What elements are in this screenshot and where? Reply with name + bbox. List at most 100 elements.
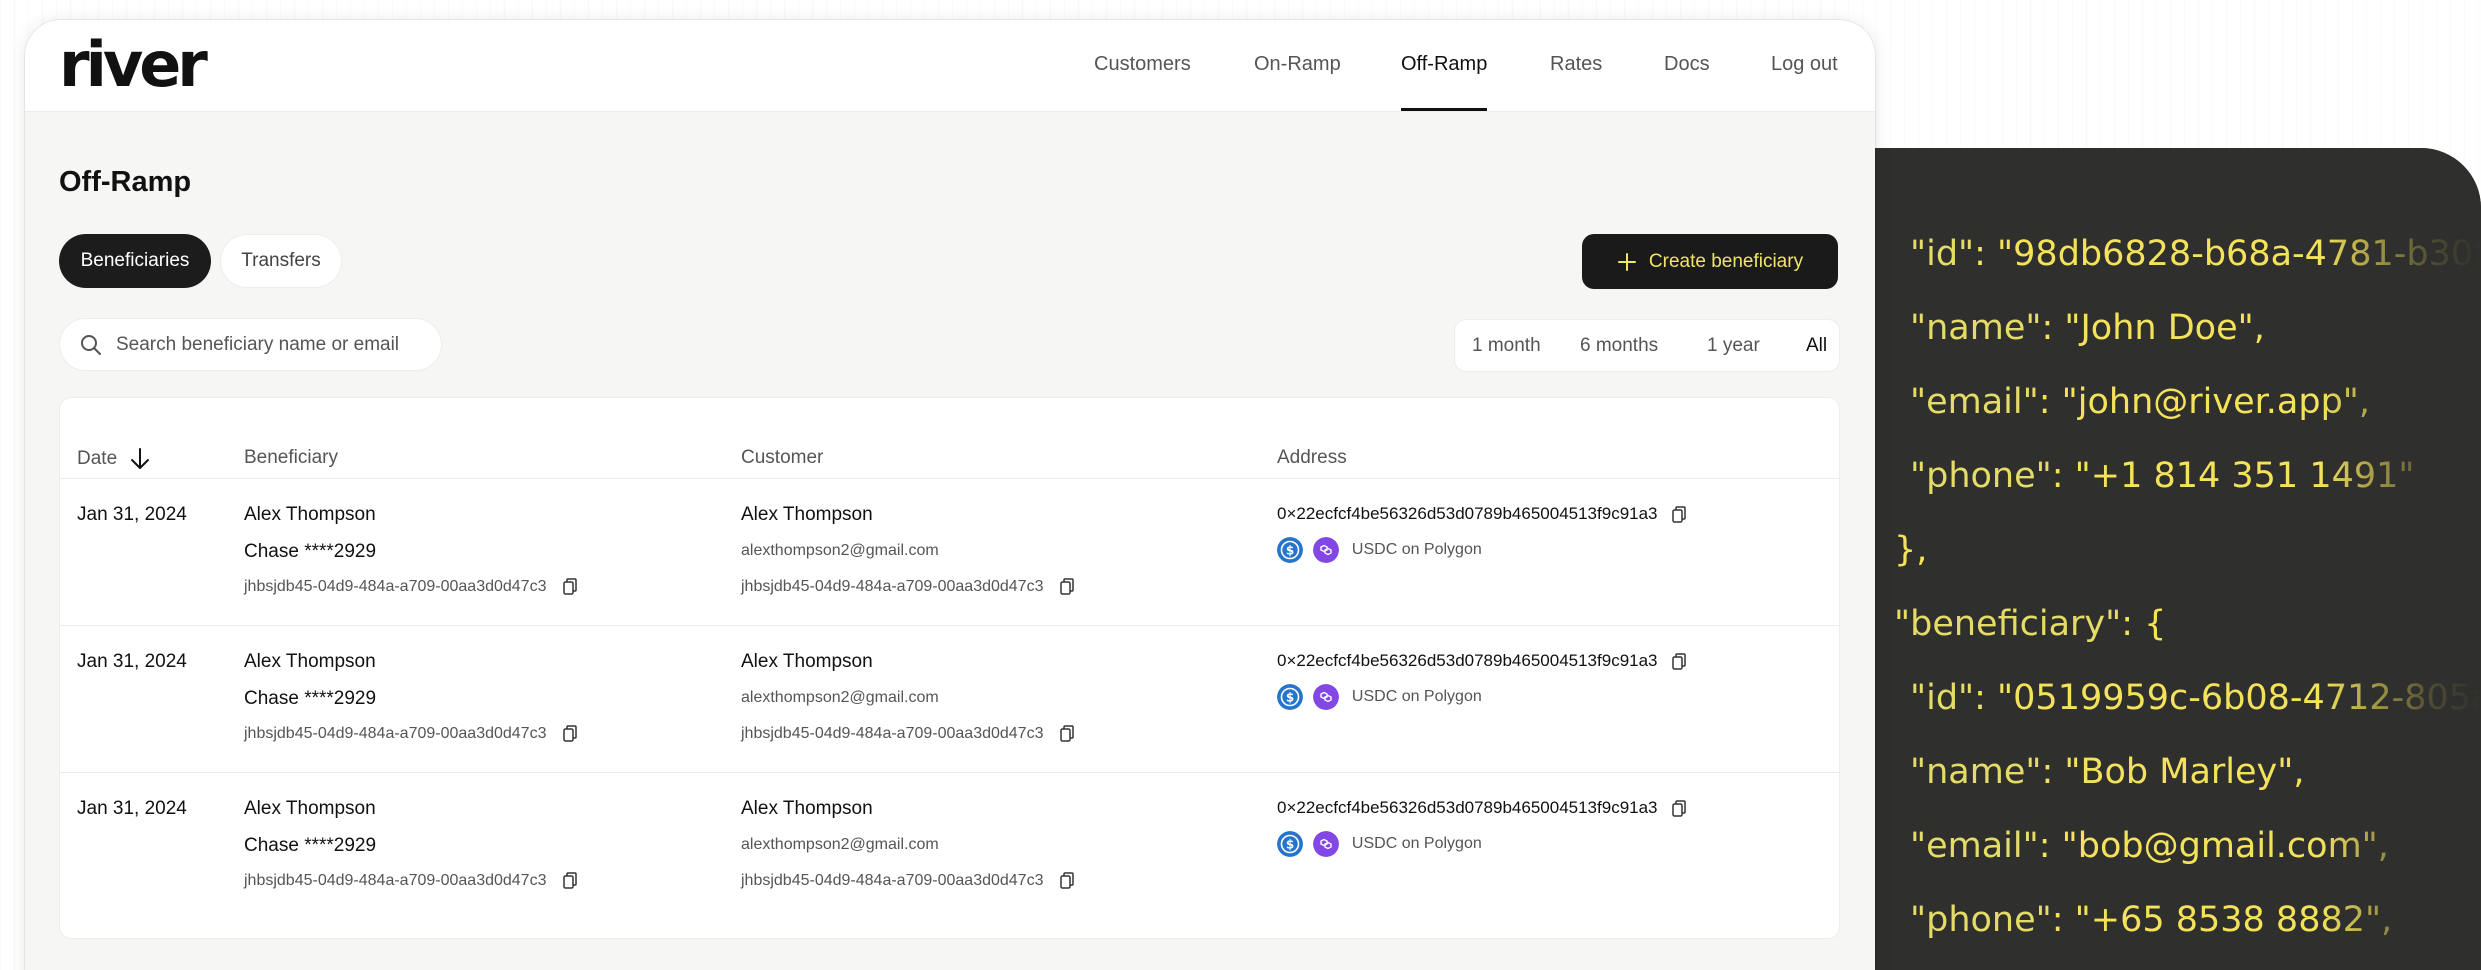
beneficiary-id: jhbsjdb45-04d9-484a-a709-00aa3d0d47c3: [244, 725, 577, 743]
customer-id-text: jhbsjdb45-04d9-484a-a709-00aa3d0d47c3: [741, 872, 1044, 889]
usdc-icon: $: [1277, 831, 1303, 857]
code-line: "email": "john@river.app",: [1910, 382, 2371, 422]
column-header-date[interactable]: Date: [77, 447, 151, 471]
usdc-icon: $: [1277, 537, 1303, 563]
column-header-address: Address: [1277, 447, 1347, 468]
active-tab-indicator: [1401, 108, 1487, 111]
range-6-months[interactable]: 6 months: [1580, 335, 1658, 357]
beneficiary-bank: Chase ****2929: [244, 835, 377, 856]
tab-beneficiaries[interactable]: Beneficiaries: [59, 234, 211, 288]
app-window: river Customers On-Ramp Off-Ramp Rates D…: [25, 20, 1875, 970]
beneficiaries-table: Date Beneficiary Customer Address Jan 31…: [59, 397, 1840, 939]
column-header-date-label: Date: [77, 448, 118, 469]
tab-transfers[interactable]: Transfers: [220, 234, 342, 288]
copy-icon[interactable]: [1060, 578, 1074, 596]
network-info: $ USDC on Polygon: [1277, 684, 1482, 710]
nav-item-log-out[interactable]: Log out: [1771, 53, 1838, 76]
nav-item-docs[interactable]: Docs: [1664, 53, 1710, 76]
svg-text:$: $: [1286, 838, 1294, 852]
range-1-month[interactable]: 1 month: [1472, 335, 1541, 357]
code-line: "phone": "+1 814 351 1491": [1910, 456, 2415, 496]
code-line: "phone": "+65 8538 8882",: [1910, 900, 2393, 940]
table-row[interactable]: Jan 31, 2024 Alex Thompson Chase ****292…: [60, 772, 1839, 919]
usdc-icon: $: [1277, 684, 1303, 710]
arrow-down-icon[interactable]: [129, 447, 151, 471]
beneficiary-bank: Chase ****2929: [244, 541, 377, 562]
svg-text:$: $: [1286, 691, 1294, 705]
top-nav: river Customers On-Ramp Off-Ramp Rates D…: [25, 20, 1875, 112]
customer-name: Alex Thompson: [741, 651, 873, 672]
customer-id-text: jhbsjdb45-04d9-484a-a709-00aa3d0d47c3: [741, 725, 1044, 742]
code-line: "name": "Bob Marley",: [1910, 752, 2305, 792]
customer-id: jhbsjdb45-04d9-484a-a709-00aa3d0d47c3: [741, 872, 1074, 890]
search-input[interactable]: [116, 333, 416, 356]
polygon-icon: [1313, 684, 1340, 710]
beneficiary-id: jhbsjdb45-04d9-484a-a709-00aa3d0d47c3: [244, 872, 577, 890]
create-beneficiary-label: Create beneficiary: [1648, 250, 1804, 272]
column-header-beneficiary: Beneficiary: [244, 447, 338, 468]
nav-item-rates[interactable]: Rates: [1550, 53, 1602, 76]
page-title: Off-Ramp: [59, 166, 192, 198]
create-beneficiary-button[interactable]: Create beneficiary: [1582, 234, 1838, 289]
code-line: },: [1894, 530, 1928, 570]
row-date: Jan 31, 2024: [77, 504, 187, 525]
wallet-address-text: 0×22ecfcf4be56326d53d0789b465004513f9c91…: [1277, 798, 1658, 817]
row-date: Jan 31, 2024: [77, 651, 187, 672]
code-line: "name": "John Doe",: [1910, 308, 2265, 348]
customer-id: jhbsjdb45-04d9-484a-a709-00aa3d0d47c3: [741, 725, 1074, 743]
polygon-icon: [1313, 831, 1340, 857]
beneficiary-id-text: jhbsjdb45-04d9-484a-a709-00aa3d0d47c3: [244, 578, 547, 595]
date-range-filter: 1 month 6 months 1 year All: [1454, 319, 1840, 372]
copy-icon[interactable]: [563, 725, 577, 743]
beneficiary-bank: Chase ****2929: [244, 688, 377, 709]
copy-icon[interactable]: [1672, 653, 1686, 670]
beneficiary-name: Alex Thompson: [244, 504, 376, 525]
network-info: $ USDC on Polygon: [1277, 537, 1482, 563]
network-info: $ USDC on Polygon: [1277, 831, 1482, 857]
network-label: USDC on Polygon: [1351, 688, 1482, 705]
range-1-year[interactable]: 1 year: [1707, 335, 1760, 357]
copy-icon[interactable]: [563, 578, 577, 596]
search-icon: [81, 334, 101, 355]
wallet-address: 0×22ecfcf4be56326d53d0789b465004513f9c91…: [1277, 504, 1686, 524]
network-label: USDC on Polygon: [1351, 541, 1482, 558]
customer-name: Alex Thompson: [741, 798, 873, 819]
wallet-address-text: 0×22ecfcf4be56326d53d0789b465004513f9c91…: [1277, 504, 1658, 523]
search-box[interactable]: [59, 318, 442, 371]
beneficiary-id-text: jhbsjdb45-04d9-484a-a709-00aa3d0d47c3: [244, 872, 547, 889]
table-row[interactable]: Jan 31, 2024 Alex Thompson Chase ****292…: [60, 478, 1839, 625]
nav-item-off-ramp[interactable]: Off-Ramp: [1401, 53, 1487, 76]
plus-icon: [1617, 252, 1636, 271]
network-label: USDC on Polygon: [1351, 835, 1482, 852]
polygon-icon: [1313, 537, 1340, 563]
code-panel: "id": "98db6828-b68a-4781-b30f-f "name":…: [1862, 148, 2481, 970]
code-line: "email": "bob@gmail.com",: [1910, 826, 2389, 866]
code-line: "id": "98db6828-b68a-4781-b30f-f: [1910, 234, 2481, 274]
copy-icon[interactable]: [1060, 725, 1074, 743]
beneficiary-name: Alex Thompson: [244, 651, 376, 672]
customer-id: jhbsjdb45-04d9-484a-a709-00aa3d0d47c3: [741, 578, 1074, 596]
customer-id-text: jhbsjdb45-04d9-484a-a709-00aa3d0d47c3: [741, 578, 1044, 595]
svg-text:$: $: [1286, 544, 1294, 558]
wallet-address: 0×22ecfcf4be56326d53d0789b465004513f9c91…: [1277, 798, 1686, 818]
table-row[interactable]: Jan 31, 2024 Alex Thompson Chase ****292…: [60, 625, 1839, 772]
customer-email: alexthompson2@gmail.com: [741, 836, 939, 853]
beneficiary-name: Alex Thompson: [244, 798, 376, 819]
nav-item-customers[interactable]: Customers: [1094, 53, 1191, 76]
copy-icon[interactable]: [1672, 800, 1686, 817]
river-logo[interactable]: river: [59, 34, 208, 96]
wallet-address: 0×22ecfcf4be56326d53d0789b465004513f9c91…: [1277, 651, 1686, 671]
customer-email: alexthompson2@gmail.com: [741, 542, 939, 559]
copy-icon[interactable]: [563, 872, 577, 890]
code-line: "id": "0519959c-6b08-4712-805a-6: [1910, 678, 2481, 718]
range-all[interactable]: All: [1806, 335, 1827, 357]
customer-email: alexthompson2@gmail.com: [741, 689, 939, 706]
wallet-address-text: 0×22ecfcf4be56326d53d0789b465004513f9c91…: [1277, 651, 1658, 670]
nav-item-on-ramp[interactable]: On-Ramp: [1254, 53, 1341, 76]
copy-icon[interactable]: [1060, 872, 1074, 890]
copy-icon[interactable]: [1672, 506, 1686, 523]
customer-name: Alex Thompson: [741, 504, 873, 525]
row-date: Jan 31, 2024: [77, 798, 187, 819]
column-header-customer: Customer: [741, 447, 824, 468]
beneficiary-id: jhbsjdb45-04d9-484a-a709-00aa3d0d47c3: [244, 578, 577, 596]
